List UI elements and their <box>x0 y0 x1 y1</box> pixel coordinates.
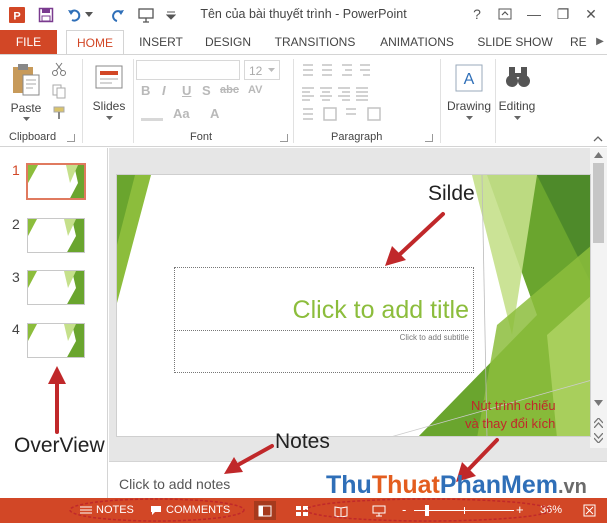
overview-annotation-label: OverView <box>14 434 105 457</box>
slide-annotation-label: Silde <box>428 182 475 205</box>
views-annotation-label-line2: và thay đổi kích <box>465 416 556 431</box>
watermark-part1: Thu <box>326 471 372 499</box>
views-annotation-label-line1: Nút trình chiếu <box>471 398 556 413</box>
watermark-part3: PhanMem <box>439 471 558 499</box>
notes-annotation-label: Notes <box>275 430 330 453</box>
watermark-part4: .vn <box>557 476 587 498</box>
watermark-part2: Thuat <box>371 471 440 499</box>
watermark: ThuThuatPhanMem.vn <box>326 471 587 500</box>
